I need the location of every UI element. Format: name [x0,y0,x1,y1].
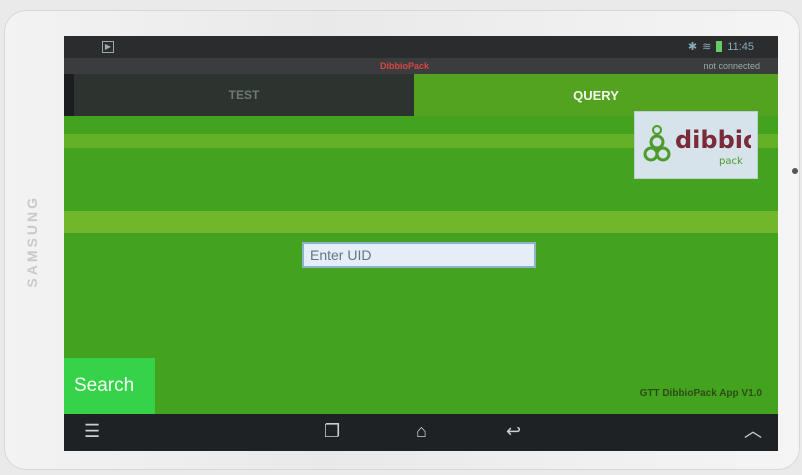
app-title: DibbioPack [380,61,430,71]
recent-apps-icon[interactable]: ❐ [324,422,340,440]
app-header: DibbioPack not connected [64,58,778,74]
device-brand: SAMSUNG [24,195,40,288]
home-icon[interactable]: ⌂ [416,422,427,440]
menu-icon[interactable]: ☰ [84,422,100,440]
app-version: GTT DibbioPack App V1.0 [639,388,762,399]
status-time: 11:45 [727,40,754,53]
search-button[interactable]: Search [64,358,155,414]
back-icon[interactable]: ↩ [506,422,521,440]
status-bar: ▶ ✱ ≋ 11:45 [64,36,778,58]
connection-status: not connected [703,61,760,71]
svg-text:pack: pack [719,156,743,167]
system-nav-bar: ☰ ❐ ⌂ ↩ ︿ [64,414,778,451]
status-icons: ✱ ≋ 11:45 [687,40,754,54]
logo-graphic: dibbio pack [643,125,751,167]
tab-test[interactable]: TEST [74,74,414,116]
wifi-icon: ≋ [702,41,712,53]
tab-bar: TEST QUERY [64,74,778,116]
picture-icon: ▶ [102,41,114,53]
camera-dot [792,168,798,174]
chevron-up-icon[interactable]: ︿ [744,422,762,440]
tablet-screen: ▶ ✱ ≋ 11:45 DibbioPack not connected TES… [64,36,778,451]
uid-input[interactable] [302,242,536,268]
tab-query[interactable]: QUERY [414,74,778,116]
bluetooth-icon: ✱ [687,41,698,53]
decorative-band [64,211,778,233]
dibbiopack-logo: dibbio pack [634,111,758,179]
svg-text:dibbio: dibbio [675,126,751,154]
battery-icon [716,41,723,52]
